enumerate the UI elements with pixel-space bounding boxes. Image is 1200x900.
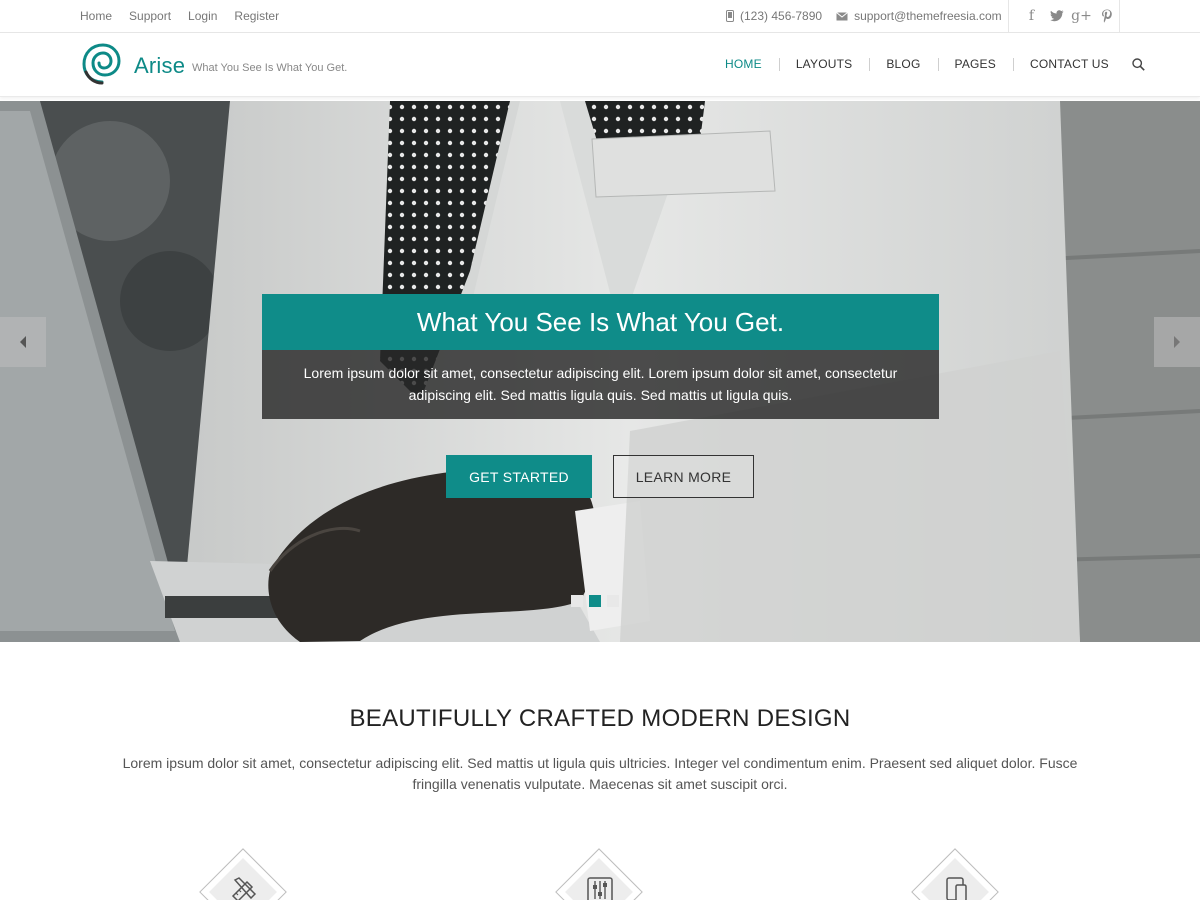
top-link-register[interactable]: Register [234,9,279,23]
chevron-left-icon [20,336,26,348]
logo-swirl-icon[interactable] [82,42,122,86]
nav-pages[interactable]: PAGES [937,57,1013,71]
phone-contact[interactable]: (123) 456-7890 [726,9,822,23]
social-links: f g+ [1008,0,1120,32]
nav-contact-us[interactable]: CONTACT US [1012,57,1126,71]
nav-blog[interactable]: BLOG [869,57,937,71]
envelope-icon [836,11,848,20]
site-tagline: What You See Is What You Get. [192,62,348,74]
top-links: Home Support Login Register [80,0,296,32]
twitter-icon[interactable] [1044,0,1069,32]
facebook-icon[interactable]: f [1019,0,1044,32]
section-title: BEAUTIFULLY CRAFTED MODERN DESIGN [349,705,851,732]
nav-layouts[interactable]: LAYOUTS [778,57,870,71]
hero-title: What You See Is What You Get. [262,294,939,350]
sliders-icon [587,877,613,900]
main-nav: HOME LAYOUTS BLOG PAGES CONTACT US [708,33,1145,95]
get-started-button[interactable]: GET STARTED [446,455,592,498]
site-header: Arise What You See Is What You Get. HOME… [0,33,1200,97]
pinterest-icon[interactable] [1094,0,1119,32]
top-bar: Home Support Login Register (123) 456-78… [0,0,1200,33]
chevron-right-icon [1174,336,1180,348]
pencil-ruler-icon [231,877,257,900]
slider-prev-button[interactable] [0,317,46,367]
phone-icon [726,10,734,22]
email-address: support@themefreesia.com [854,9,1002,23]
feature-responsive [911,848,1001,900]
nav-home[interactable]: HOME [708,57,779,71]
hero-slider: What You See Is What You Get. Lorem ipsu… [0,101,1200,642]
top-link-home[interactable]: Home [80,9,112,23]
feature-customize [555,848,645,900]
site-title[interactable]: Arise [134,53,185,79]
top-link-support[interactable]: Support [129,9,171,23]
slider-dot-1[interactable] [571,595,583,607]
feature-design [199,848,289,900]
top-link-login[interactable]: Login [188,9,217,23]
hero-description: Lorem ipsum dolor sit amet, consectetur … [262,350,939,419]
google-plus-icon[interactable]: g+ [1069,0,1094,32]
slider-dot-3[interactable] [607,595,619,607]
slider-pagination [571,595,625,607]
slider-next-button[interactable] [1154,317,1200,367]
learn-more-button[interactable]: LEARN MORE [613,455,754,498]
phone-number: (123) 456-7890 [740,9,823,23]
contact-info: (123) 456-7890 support@themefreesia.com [726,0,1016,32]
section-description: Lorem ipsum dolor sit amet, consectetur … [122,755,1078,792]
search-icon[interactable] [1132,57,1145,71]
devices-icon [946,877,967,900]
slider-dot-2[interactable] [589,595,601,607]
email-contact[interactable]: support@themefreesia.com [836,9,1002,23]
